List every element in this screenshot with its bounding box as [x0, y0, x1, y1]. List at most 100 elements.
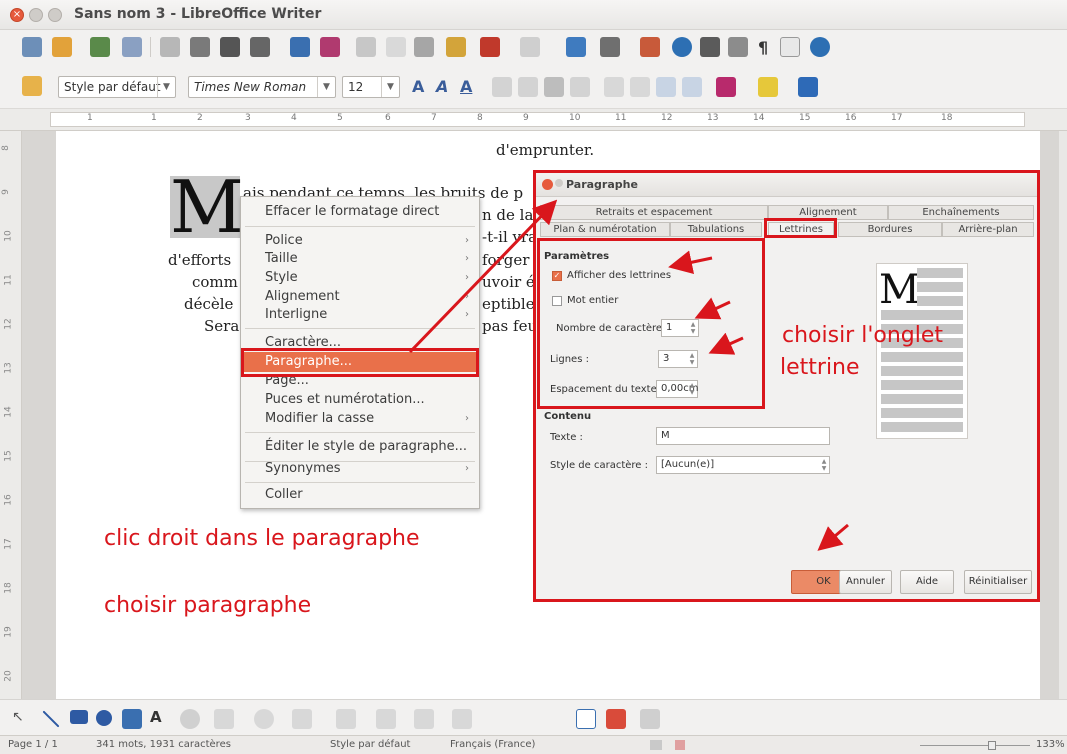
text-box-icon[interactable]: A	[150, 708, 162, 726]
status-page-style[interactable]: Style par défaut	[330, 739, 410, 750]
datasources-icon[interactable]	[728, 37, 748, 57]
export-pdf-icon[interactable]	[190, 37, 210, 57]
chevron-down-icon[interactable]: ▼	[381, 77, 399, 97]
close-window-button[interactable]: ×	[10, 8, 24, 22]
help-icon[interactable]	[810, 37, 830, 57]
print-icon[interactable]	[220, 37, 240, 57]
formatting-marks-icon[interactable]: ¶	[758, 38, 768, 57]
email-icon[interactable]	[122, 37, 142, 57]
spellcheck-icon[interactable]	[290, 37, 310, 57]
basic-shapes-icon[interactable]	[214, 709, 234, 729]
highlight-icon[interactable]	[758, 77, 778, 97]
align-left-icon[interactable]	[492, 77, 512, 97]
symbol-shapes-icon[interactable]	[254, 709, 274, 729]
block-arrows-icon[interactable]	[292, 709, 312, 729]
ruler-tick: 1	[151, 113, 157, 123]
vertical-ruler[interactable]: 8 9 10 11 12 13 14 15 16 17 18 19 20	[0, 131, 22, 699]
ellipse-icon[interactable]	[96, 710, 112, 726]
menu-separator	[245, 328, 475, 329]
hyperlink-icon[interactable]	[566, 37, 586, 57]
status-language[interactable]: Français (France)	[450, 739, 535, 750]
ruler-tick: 14	[753, 113, 765, 123]
cut-icon[interactable]	[356, 37, 376, 57]
paragraph-style-combo[interactable]: Style par défaut ▼	[58, 76, 176, 98]
print-preview-icon[interactable]	[250, 37, 270, 57]
gallery-icon[interactable]	[700, 37, 720, 57]
redo-icon[interactable]	[520, 37, 540, 57]
status-zoom[interactable]: 133%	[1036, 739, 1065, 750]
document-text-line: d'emprunter.	[496, 141, 595, 159]
line-icon[interactable]	[42, 710, 60, 728]
vertical-scrollbar[interactable]	[1059, 131, 1067, 699]
zoom-slider[interactable]	[920, 745, 1030, 746]
paste-icon[interactable]	[414, 37, 434, 57]
zoom-icon[interactable]	[780, 37, 800, 57]
align-right-icon[interactable]	[544, 77, 564, 97]
paragraph-style-value: Style par défaut	[64, 80, 161, 94]
clone-formatting-icon[interactable]	[446, 37, 466, 57]
flowchart-icon[interactable]	[336, 709, 356, 729]
new-document-icon[interactable]	[22, 37, 42, 57]
annotation-dropcap-word: lettrine	[780, 355, 860, 380]
fontwork-icon[interactable]	[576, 709, 596, 729]
open-icon[interactable]	[52, 37, 72, 57]
autospellcheck-icon[interactable]	[320, 37, 340, 57]
callout-icon[interactable]	[180, 709, 200, 729]
extrusion-icon[interactable]	[640, 709, 660, 729]
menu-item-change-case[interactable]: Modifier la casse ›	[241, 409, 479, 429]
menu-item-alignment[interactable]: Alignement ›	[241, 287, 479, 307]
increase-indent-icon[interactable]	[682, 77, 702, 97]
menu-item-edit-paragraph-style[interactable]: Éditer le style de paragraphe...	[241, 437, 479, 457]
ruler-tick: 6	[385, 113, 391, 123]
menu-item-clear-formatting[interactable]: Effacer le formatage direct	[241, 202, 479, 222]
menu-item-size[interactable]: Taille ›	[241, 249, 479, 269]
italic-icon[interactable]: A	[436, 77, 448, 96]
insert-image-icon[interactable]	[606, 709, 626, 729]
points-icon[interactable]	[452, 709, 472, 729]
menu-item-style[interactable]: Style ›	[241, 268, 479, 288]
styles-icon[interactable]	[22, 76, 42, 96]
chevron-down-icon[interactable]: ▼	[317, 77, 335, 97]
menu-item-label: Modifier la casse	[265, 411, 375, 426]
stars-icon[interactable]	[414, 709, 434, 729]
copy-icon[interactable]	[386, 37, 406, 57]
menu-item-synonyms[interactable]: Synonymes ›	[241, 459, 479, 479]
bold-icon[interactable]: A	[412, 77, 424, 96]
callouts-icon[interactable]	[376, 709, 396, 729]
background-color-icon[interactable]	[798, 77, 818, 97]
rectangle-icon[interactable]	[70, 710, 88, 724]
font-size-combo[interactable]: 12 ▼	[342, 76, 400, 98]
undo-icon[interactable]	[480, 37, 500, 57]
select-icon[interactable]: ↖	[12, 709, 24, 725]
align-center-icon[interactable]	[518, 77, 538, 97]
menu-item-bullets-numbering[interactable]: Puces et numérotation...	[241, 390, 479, 410]
navigator-icon[interactable]	[672, 37, 692, 57]
menu-item-font[interactable]: Police ›	[241, 231, 479, 251]
signature-status-icon	[675, 740, 685, 750]
minimize-window-button[interactable]	[29, 8, 43, 22]
maximize-window-button[interactable]	[48, 8, 62, 22]
menu-item-line-spacing[interactable]: Interligne ›	[241, 305, 479, 325]
zoom-slider-handle[interactable]	[988, 741, 996, 750]
table-icon[interactable]	[600, 37, 620, 57]
chart-icon[interactable]	[640, 37, 660, 57]
menu-item-paste[interactable]: Coller	[241, 485, 479, 505]
font-name-combo[interactable]: Times New Roman ▼	[188, 76, 336, 98]
underline-icon[interactable]: A	[460, 77, 472, 96]
font-color-icon[interactable]	[716, 77, 736, 97]
justify-icon[interactable]	[570, 77, 590, 97]
numbering-icon[interactable]	[604, 77, 624, 97]
drawing-toolbar: ↖ A	[0, 699, 1067, 735]
ruler-tick: 1	[87, 113, 93, 123]
bullets-icon[interactable]	[630, 77, 650, 97]
menu-separator	[245, 432, 475, 433]
ruler-tick: 16	[845, 113, 857, 123]
chevron-down-icon[interactable]: ▼	[157, 77, 175, 97]
polygon-icon[interactable]	[122, 709, 142, 729]
annotation-box-menu-item	[241, 348, 479, 377]
decrease-indent-icon[interactable]	[656, 77, 676, 97]
save-icon[interactable]	[90, 37, 110, 57]
edit-mode-icon[interactable]	[160, 37, 180, 57]
horizontal-ruler[interactable]: 1 1 2 3 4 5 6 7 8 9 10 11 12 13 14 15 16…	[0, 109, 1067, 131]
save-status-icon	[650, 740, 662, 750]
